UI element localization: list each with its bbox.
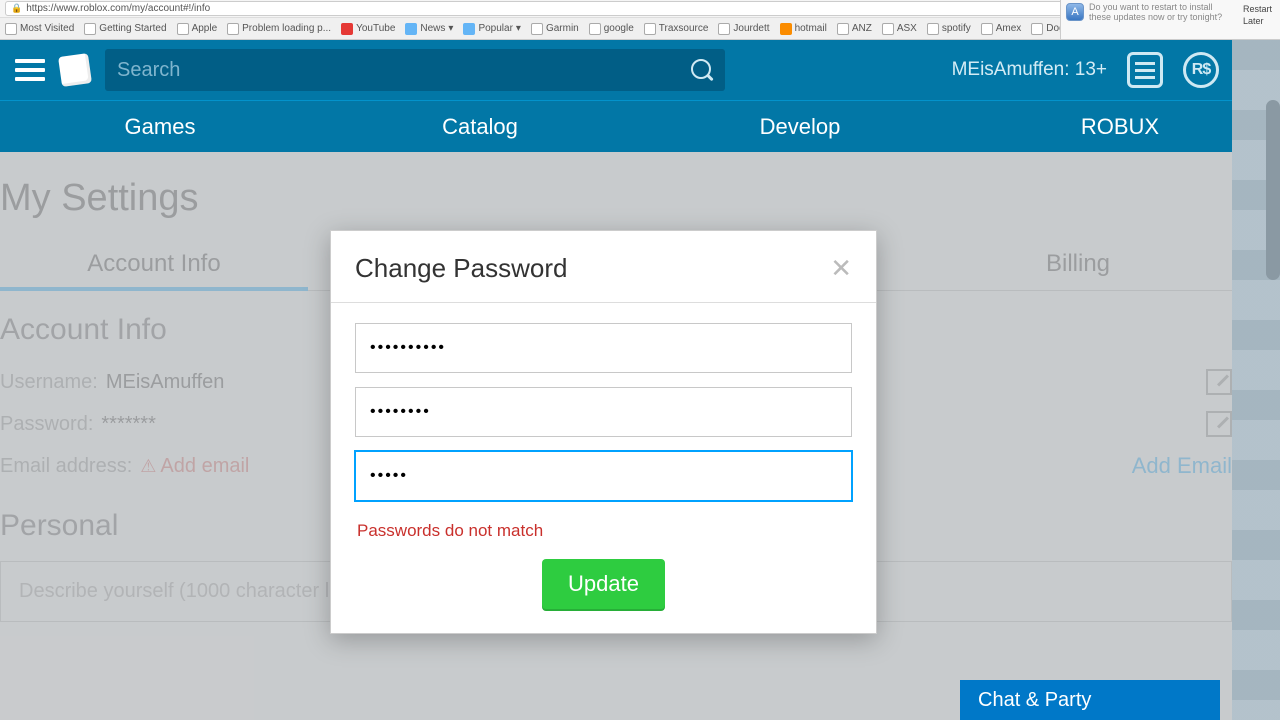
appstore-icon: A bbox=[1066, 3, 1084, 21]
chat-party-bar[interactable]: Chat & Party bbox=[960, 680, 1220, 720]
lock-icon: 🔒 bbox=[11, 3, 22, 14]
window-right-edge bbox=[1232, 40, 1280, 720]
user-age-label[interactable]: MEisAmuffen: 13+ bbox=[952, 59, 1107, 81]
modal-title: Change Password bbox=[355, 253, 567, 284]
bookmark-item[interactable]: ANZ bbox=[837, 23, 872, 35]
update-button[interactable]: Update bbox=[542, 559, 665, 609]
nav-games[interactable]: Games bbox=[0, 114, 320, 140]
search-icon[interactable] bbox=[691, 59, 713, 81]
bookmark-item[interactable]: hotmail bbox=[780, 23, 827, 35]
bookmark-item[interactable]: google bbox=[589, 23, 634, 35]
update-notice: A Do you want to restart to install thes… bbox=[1060, 0, 1280, 40]
later-button[interactable]: Later bbox=[1240, 15, 1275, 27]
scrollbar-thumb[interactable] bbox=[1266, 100, 1280, 280]
bookmark-item[interactable]: Apple bbox=[177, 23, 218, 35]
search-input[interactable] bbox=[117, 59, 691, 82]
roblox-logo[interactable] bbox=[58, 53, 92, 87]
bookmark-item[interactable]: Jourdett bbox=[718, 23, 769, 35]
bookmark-item[interactable]: Garmin bbox=[531, 23, 579, 35]
main-nav: Games Catalog Develop ROBUX bbox=[0, 100, 1280, 152]
restart-button[interactable]: Restart bbox=[1240, 3, 1275, 15]
site-header: MEisAmuffen: 13+ R$ bbox=[0, 40, 1280, 100]
bookmark-item[interactable]: spotify bbox=[927, 23, 971, 35]
change-password-modal: Change Password ✕ Passwords do not match… bbox=[330, 230, 877, 634]
bookmark-item[interactable]: Most Visited bbox=[5, 23, 74, 35]
robux-icon[interactable]: R$ bbox=[1183, 52, 1219, 88]
notifications-icon[interactable] bbox=[1127, 52, 1163, 88]
confirm-password-input[interactable] bbox=[355, 451, 852, 501]
bookmark-item[interactable]: YouTube bbox=[341, 23, 395, 35]
bookmark-item[interactable]: Problem loading p... bbox=[227, 23, 331, 35]
bookmark-item[interactable]: Getting Started bbox=[84, 23, 166, 35]
url-text: https://www.roblox.com/my/account#!/info bbox=[26, 3, 210, 14]
bookmark-item[interactable]: Popular ▾ bbox=[463, 23, 521, 35]
new-password-input[interactable] bbox=[355, 387, 852, 437]
bookmark-item[interactable]: News ▾ bbox=[405, 23, 453, 35]
menu-icon[interactable] bbox=[15, 59, 45, 81]
nav-catalog[interactable]: Catalog bbox=[320, 114, 640, 140]
close-icon[interactable]: ✕ bbox=[830, 253, 852, 284]
nav-develop[interactable]: Develop bbox=[640, 114, 960, 140]
site-search[interactable] bbox=[105, 49, 725, 91]
bookmark-item[interactable]: Amex bbox=[981, 23, 1022, 35]
password-error-message: Passwords do not match bbox=[357, 521, 852, 541]
update-notice-text: Do you want to restart to install these … bbox=[1089, 3, 1235, 23]
bookmark-item[interactable]: ASX bbox=[882, 23, 917, 35]
url-bar[interactable]: 🔒 https://www.roblox.com/my/account#!/in… bbox=[5, 1, 1102, 16]
current-password-input[interactable] bbox=[355, 323, 852, 373]
bookmark-item[interactable]: Traxsource bbox=[644, 23, 709, 35]
